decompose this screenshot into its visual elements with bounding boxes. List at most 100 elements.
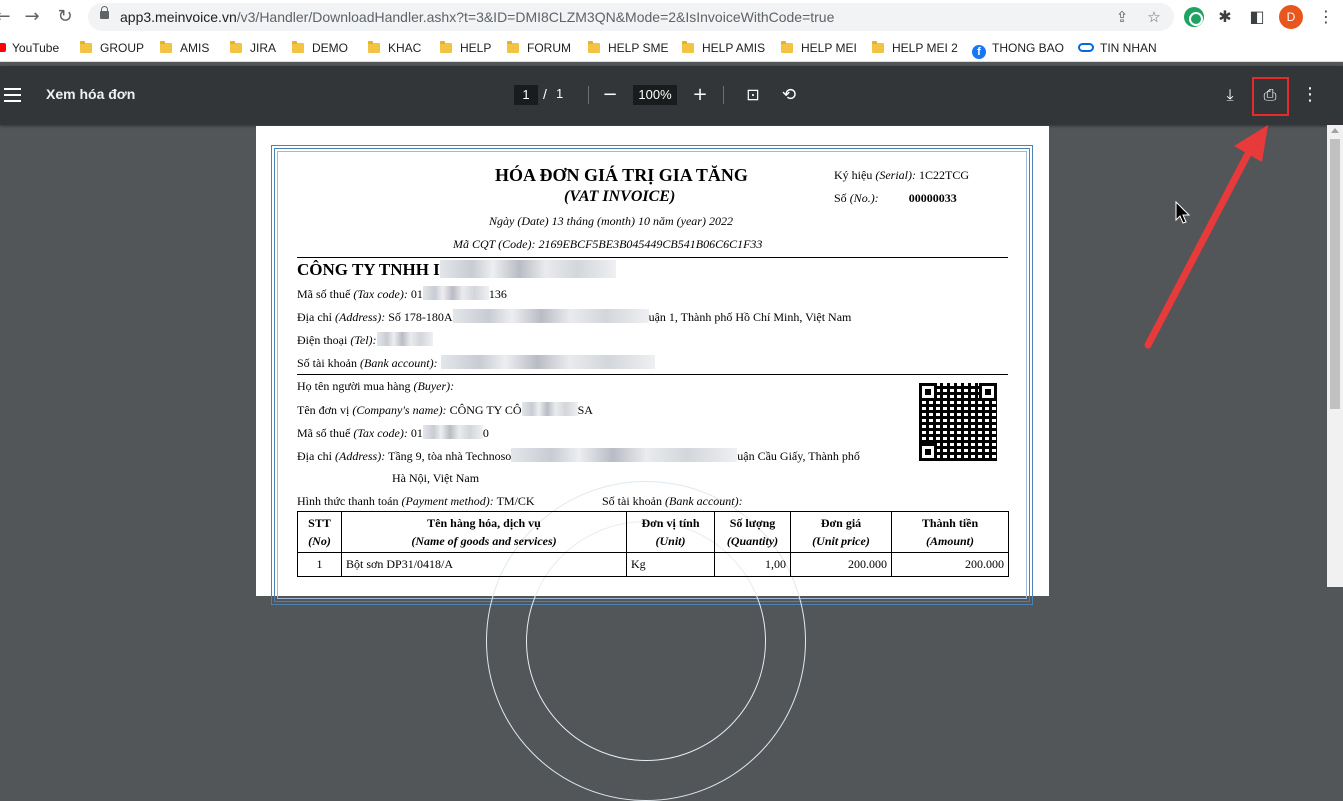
bookmark-star-icon[interactable]: ☆	[1144, 7, 1164, 27]
bookmark-help-mei[interactable]: HELP MEI	[781, 39, 857, 57]
folder-icon	[230, 41, 242, 53]
youtube-icon	[0, 43, 6, 52]
payment-method: Hình thức thanh toán (Payment method): T…	[297, 494, 535, 508]
profile-avatar[interactable]: D	[1279, 5, 1303, 29]
divider-line	[297, 374, 1008, 375]
folder-icon	[682, 41, 694, 53]
serial-row: Ký hiệu (Serial): 1C22TCG	[834, 168, 969, 182]
extensions-puzzle-icon[interactable]: ✱	[1214, 6, 1236, 28]
zoom-input[interactable]: 100%	[633, 85, 677, 105]
fit-page-icon[interactable]: ⊡	[741, 83, 765, 107]
url-omnibox[interactable]: app3.meinvoice.vn/v3/Handler/DownloadHan…	[88, 3, 1174, 31]
redacted-block	[440, 355, 655, 369]
forward-arrow-icon[interactable]: →	[21, 6, 43, 28]
more-actions-icon[interactable]: ⋮	[1298, 83, 1322, 107]
page-number-input[interactable]: 1	[514, 85, 538, 105]
arrow-head	[1234, 125, 1268, 162]
bookmark-help-sme[interactable]: HELP SME	[588, 39, 668, 57]
folder-icon	[292, 41, 304, 53]
pdf-page: HÓA ĐƠN GIÁ TRỊ GIA TĂNG (VAT INVOICE) K…	[256, 126, 1049, 801]
cell-amount: 200.000	[891, 552, 1009, 577]
bookmarks-bar: YouTube GROUP AMIS JIRA DEMO KHAC HELP F…	[0, 34, 1343, 62]
cell-price: 200.000	[790, 552, 892, 577]
pdf-toolbar: Xem hóa đơn 1 / 1 − 100% + ⊡ ⟲ ⤓ ⎙ ⋮	[0, 66, 1343, 125]
seller-name: CÔNG TY TNHH I	[297, 260, 616, 280]
url-text[interactable]: app3.meinvoice.vn/v3/Handler/DownloadHan…	[120, 9, 834, 25]
seller-phone: Điện thoại (Tel):	[297, 332, 433, 348]
facebook-icon: f	[972, 45, 986, 59]
seller-address: Địa chỉ (Address): Số 178-180A uận 1, Thà…	[297, 309, 852, 324]
page-total: 1	[556, 86, 564, 101]
menu-icon[interactable]	[4, 88, 21, 102]
folder-icon	[588, 41, 600, 53]
bookmark-forum[interactable]: FORUM	[507, 39, 571, 57]
col-header-qty: Số lượng (Quantity)	[714, 511, 791, 553]
bookmark-amis[interactable]: AMIS	[160, 39, 209, 57]
redacted-block	[452, 309, 649, 323]
redacted-block	[521, 402, 578, 416]
extension-green-icon[interactable]	[1184, 7, 1204, 27]
bookmark-jira[interactable]: JIRA	[230, 39, 276, 57]
buyer-bank-account: Số tài khoản (Bank account):	[602, 494, 743, 508]
lock-icon[interactable]	[100, 6, 109, 19]
reload-icon[interactable]: ↻	[54, 6, 76, 28]
invoice-no-row: Số (No.): 00000033	[834, 191, 957, 205]
share-icon[interactable]: ⇪	[1112, 7, 1132, 27]
download-icon[interactable]: ⤓	[1218, 83, 1242, 107]
seller-tax-code: Mã số thuế (Tax code): 01 136	[297, 286, 507, 301]
bookmark-help[interactable]: HELP	[440, 39, 491, 57]
cqt-code: Mã CQT (Code): 2169EBCF5BE3B045449CB541B…	[453, 237, 763, 251]
scroll-up-arrow-icon[interactable]	[1331, 128, 1339, 133]
side-panel-icon[interactable]: ◧	[1246, 6, 1268, 28]
cell-unit: Kg	[626, 552, 715, 577]
folder-icon	[368, 41, 380, 53]
buyer-tax-code: Mã số thuế (Tax code): 01 0	[297, 425, 489, 440]
col-header-price: Đơn giá (Unit price)	[790, 511, 892, 553]
invoice-title: HÓA ĐƠN GIÁ TRỊ GIA TĂNG	[495, 165, 748, 185]
bookmark-youtube[interactable]: YouTube	[0, 39, 59, 57]
buyer-address: Địa chỉ (Address): Tầng 9, tòa nhà Techn…	[297, 448, 860, 463]
meta-icon	[1078, 43, 1094, 52]
zoom-in-icon[interactable]: +	[688, 83, 712, 107]
items-table: STT (No) Tên hàng hóa, dịch vụ (Name of go…	[297, 511, 1009, 577]
buyer-company: Tên đơn vị (Company's name): CÔNG TY CÔ S…	[297, 402, 593, 417]
redacted-block	[376, 332, 433, 346]
buyer-name: Họ tên người mua hàng (Buyer):	[297, 379, 455, 393]
back-arrow-icon[interactable]: ←	[0, 6, 14, 28]
bookmark-khac[interactable]: KHAC	[368, 39, 421, 57]
arrow-shaft	[1144, 146, 1254, 349]
col-header-unit: Đơn vị tính (Unit)	[626, 511, 715, 553]
redacted-block	[439, 260, 616, 278]
bookmark-group[interactable]: GROUP	[80, 39, 144, 57]
divider-line	[297, 257, 1008, 258]
bookmark-tin-nhan[interactable]: TIN NHAN	[1078, 39, 1157, 57]
scrollbar-thumb[interactable]	[1330, 139, 1340, 409]
bookmark-demo[interactable]: DEMO	[292, 39, 348, 57]
col-header-no: STT (No)	[297, 511, 342, 553]
rotate-icon[interactable]: ⟲	[777, 83, 801, 107]
redacted-block	[422, 425, 483, 439]
page-separator: /	[543, 86, 547, 102]
folder-icon	[80, 41, 92, 53]
table-row: 1 Bột sơn DP31/0418/A Kg 1,00 200.000 20…	[297, 552, 1009, 577]
folder-icon	[440, 41, 452, 53]
browser-menu-icon[interactable]: ⋮	[1315, 6, 1337, 28]
bookmark-thong-bao[interactable]: f THONG BAO	[972, 39, 1064, 59]
col-header-amount: Thành tiền (Amount)	[891, 511, 1009, 553]
folder-icon	[160, 41, 172, 53]
bookmark-help-amis[interactable]: HELP AMIS	[682, 39, 765, 57]
toolbar-divider	[723, 86, 724, 104]
cell-name: Bột sơn DP31/0418/A	[341, 552, 627, 577]
bookmark-help-mei-2[interactable]: HELP MEI 2	[872, 39, 958, 57]
invoice-date: Ngày (Date) 13 tháng (month) 10 năm (yea…	[489, 214, 733, 228]
browser-address-bar: ← → ↻ app3.meinvoice.vn/v3/Handler/Downl…	[0, 0, 1343, 34]
mouse-cursor-icon	[1175, 200, 1191, 224]
scrollbar[interactable]	[1327, 125, 1343, 587]
print-highlight-box	[1252, 77, 1289, 116]
seller-bank-account: Số tài khoản (Bank account):	[297, 355, 655, 371]
cell-qty: 1,00	[714, 552, 791, 577]
redacted-block	[422, 286, 489, 300]
folder-icon	[507, 41, 519, 53]
zoom-out-icon[interactable]: −	[598, 83, 622, 107]
buyer-address-line2: Hà Nội, Việt Nam	[392, 471, 480, 485]
